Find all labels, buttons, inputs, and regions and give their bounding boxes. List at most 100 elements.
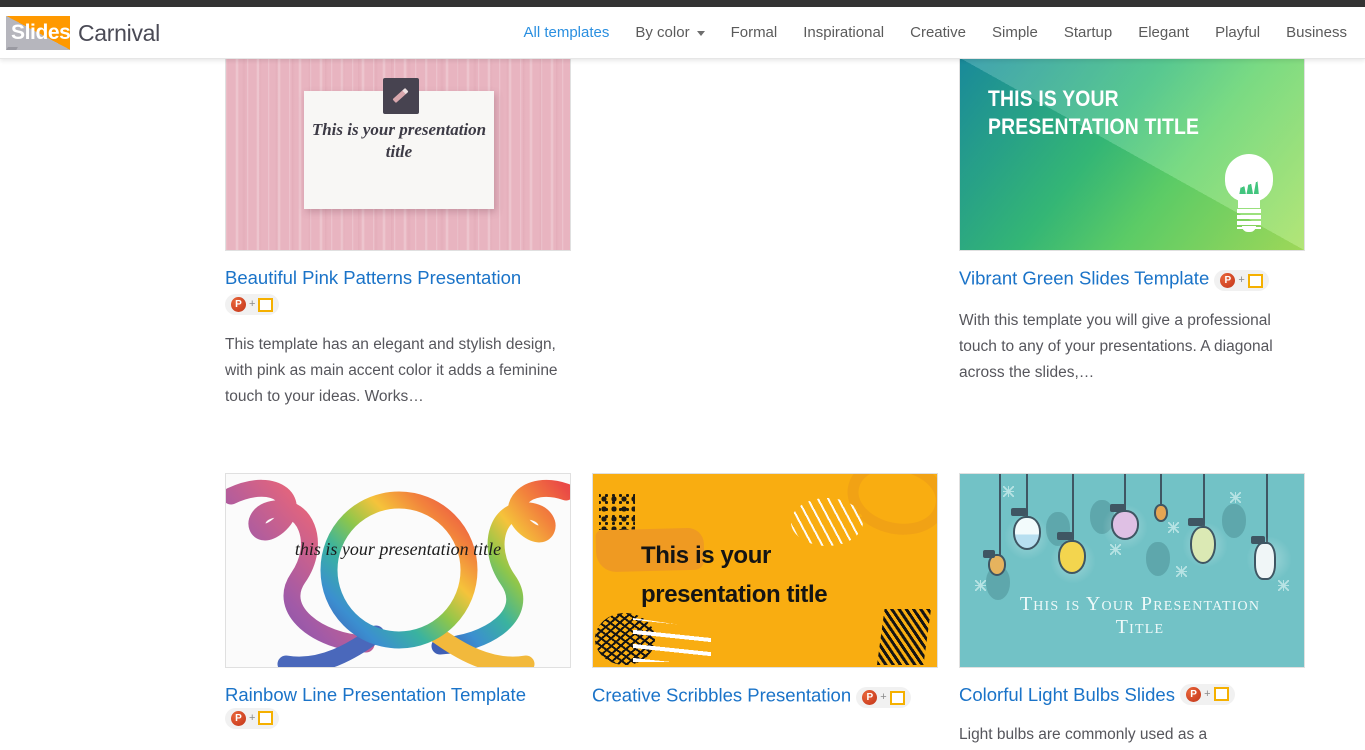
thumbnail-title-text: THIS IS YOUR PRESENTATION TITLE [988,85,1199,141]
powerpoint-icon [231,297,246,312]
google-slides-icon [1213,687,1229,702]
thumbnail-title-text: This is your presentation title [311,120,487,161]
bulb-cord [999,474,1001,558]
template-title-link[interactable]: Colorful Light Bulbs Slides + [959,683,1305,707]
bulb-cord [1160,474,1162,506]
lightbulb-cap [1110,504,1126,512]
nav-item-business[interactable]: Business [1273,7,1347,59]
template-card-rainbow-line-presentation: this is your presentation title Rainbow … [225,473,571,731]
lightbulb-cap [1011,508,1027,516]
nav-label: Formal [730,24,778,41]
nav-label: Simple [991,24,1038,41]
site-header: Slides Carnival All templates By color F… [0,7,1365,59]
nav-item-formal[interactable]: Formal [718,7,791,59]
spark-icon [975,580,986,591]
template-thumbnail-lightbulbs[interactable]: This is Your Presentation Title [959,473,1305,668]
format-badge: + [856,687,911,708]
ghost-bulb [1222,504,1246,538]
pencil-icon [392,87,409,104]
plus-separator: + [249,711,256,724]
powerpoint-icon [1220,273,1236,288]
nav-item-simple[interactable]: Simple [979,7,1051,59]
lightbulb-icon [1190,526,1216,564]
main-navigation: All templates By color Formal Inspiratio… [511,7,1348,59]
format-badge: + [1214,270,1269,291]
nav-label: Startup [1063,24,1113,41]
template-description: Light bulbs are commonly used as a [959,726,1208,743]
logo-word: Slides [11,21,70,44]
nav-label: Creative [910,24,966,41]
spark-icon [1176,566,1187,577]
template-card-colorful-light-bulbs: This is Your Presentation Title Colorful… [959,473,1305,748]
nav-item-startup[interactable]: Startup [1051,7,1125,59]
template-description: With this template you will give a profe… [959,312,1273,381]
google-slides-icon [889,690,905,705]
lightbulb-cap [983,550,995,558]
spark-icon [1168,522,1179,533]
plus-separator: + [1204,687,1211,700]
template-title-link[interactable]: Vibrant Green Slides Template + [959,266,1305,293]
nav-item-by-color[interactable]: By color [622,7,717,59]
template-thumbnail-green[interactable]: THIS IS YOUR PRESENTATION TITLE [959,58,1305,251]
template-card-vibrant-green-slides: THIS IS YOUR PRESENTATION TITLE Vibrant … [959,58,1305,386]
nav-item-elegant[interactable]: Elegant [1125,7,1202,59]
thumbnail-title-line-1: THIS IS YOUR [988,86,1119,111]
nav-label: Business [1286,24,1347,41]
google-slides-icon [258,297,274,312]
powerpoint-icon [231,710,246,726]
ghost-bulb [1146,542,1170,576]
template-thumbnail-rainbow[interactable]: this is your presentation title [225,473,571,668]
nav-label: By color [635,24,690,41]
chevron-down-icon [696,30,705,36]
template-card-beautiful-pink-patterns: This is your presentation title Beautifu… [225,58,571,410]
template-thumbnail-pink[interactable]: This is your presentation title [225,58,571,251]
template-title-text: Rainbow Line Presentation Template [225,684,526,705]
top-accent-bar [0,0,1365,7]
template-grid: This is your presentation title Beautifu… [0,58,1365,750]
nav-label: Elegant [1138,24,1190,41]
nav-item-playful[interactable]: Playful [1202,7,1273,59]
rainbow-background [226,474,570,667]
logo-carnival-text: Carnival [78,19,160,46]
format-badge: + [1180,683,1235,705]
nav-label: Playful [1215,24,1261,41]
plus-separator: + [1238,274,1245,286]
powerpoint-icon [1186,686,1202,702]
google-slides-icon [1247,273,1263,288]
logo-mark-icon: Slides [6,16,70,50]
template-title-link[interactable]: Rainbow Line Presentation Template + [225,683,571,731]
pencil-badge [383,78,419,114]
nav-label: Inspirational [803,24,885,41]
template-title-text: Colorful Light Bulbs Slides [959,684,1175,705]
thumbnail-title-text: this is your presentation title [294,539,502,559]
spark-icon [1278,580,1289,591]
template-thumbnail-scribbles[interactable]: This is your presentation title [592,473,938,668]
format-badge: + [225,707,280,729]
nav-item-inspirational[interactable]: Inspirational [790,7,897,59]
template-title-link[interactable]: Beautiful Pink Patterns Presentation + [225,266,571,317]
lightbulb-icon [1058,540,1086,574]
nav-item-all-templates[interactable]: All templates [511,7,623,59]
thumbnail-title-line-2: PRESENTATION TITLE [988,114,1200,139]
format-badge: + [225,294,280,315]
thumbnail-title-line-1: This is your [641,542,771,569]
lightbulb-icon [1254,542,1276,580]
site-logo[interactable]: Slides Carnival [6,14,160,52]
lightbulb-icon [1111,510,1139,540]
powerpoint-icon [862,690,878,705]
black-hatch-shape [877,609,931,665]
black-dots-cluster [599,494,635,530]
bulb-cord [1266,474,1268,544]
thumbnail-title-text: This is Your Presentation Title [1019,593,1261,638]
rainbow-swirl-illustration [226,479,570,667]
template-title-link[interactable]: Creative Scribbles Presentation + [592,683,938,710]
plus-separator: + [880,691,887,703]
lightbulb-cap [1057,532,1073,540]
nav-item-creative[interactable]: Creative [897,7,979,59]
template-title-text: Creative Scribbles Presentation [592,684,852,706]
spark-icon [1003,486,1014,497]
plus-separator: + [249,298,256,310]
spark-icon [1230,492,1241,503]
lightbulb-cap [1188,518,1204,526]
thumbnail-title-text: This is your presentation title [641,536,828,614]
